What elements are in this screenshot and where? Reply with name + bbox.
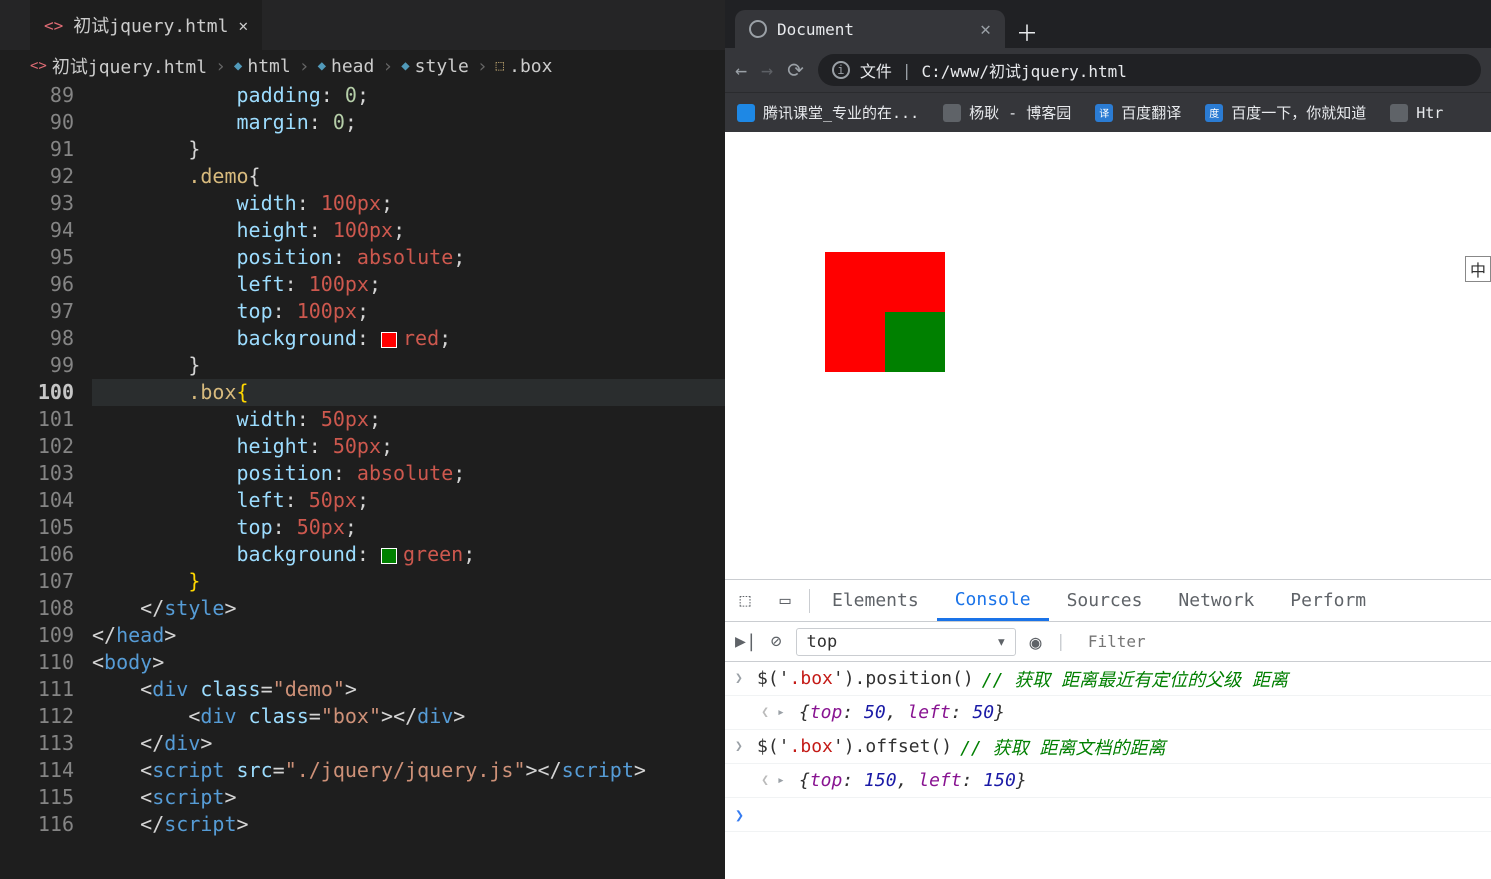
- console-row[interactable]: ❯$('.box').offset() // 获取 距离文档的距离: [725, 730, 1491, 764]
- code-area[interactable]: 8990919293949596979899100101102103104105…: [0, 82, 725, 879]
- browser-window: Document ✕ ＋ ← → ⟳ i 文件 | C:/www/初试jquer…: [725, 0, 1491, 879]
- clear-console-icon[interactable]: ⊘: [771, 631, 782, 652]
- browser-tab-strip: Document ✕ ＋: [725, 0, 1491, 48]
- editor-tab-bar: <> 初试jquery.html ✕: [0, 0, 725, 50]
- devtools-tab-elements[interactable]: Elements: [814, 580, 937, 621]
- url-scheme: 文件: [860, 58, 892, 82]
- browser-toolbar: ← → ⟳ i 文件 | C:/www/初试jquery.html: [725, 48, 1491, 92]
- browser-tab-title: Document: [777, 20, 854, 39]
- devtools-tab-sources[interactable]: Sources: [1049, 580, 1161, 621]
- bookmark[interactable]: Htr: [1390, 104, 1443, 122]
- bookmarks-bar: 腾讯课堂_专业的在... 杨耿 - 博客园 译百度翻译 度百度一下，你就知道 Htr: [725, 92, 1491, 132]
- devtools: ⬚ ▭ ElementsConsoleSourcesNetworkPerform…: [725, 579, 1491, 879]
- inner-box: [885, 312, 945, 372]
- bookmark[interactable]: 译百度翻译: [1095, 102, 1181, 123]
- breadcrumbs[interactable]: <>初试jquery.html› ◆html› ◆head› ◆style› ⬚…: [0, 50, 725, 82]
- bookmark[interactable]: 腾讯课堂_专业的在...: [737, 102, 919, 123]
- address-bar[interactable]: i 文件 | C:/www/初试jquery.html: [818, 54, 1481, 86]
- bookmark[interactable]: 杨耿 - 博客园: [943, 102, 1071, 123]
- site-info-icon[interactable]: i: [832, 61, 850, 79]
- devtools-tabs: ⬚ ▭ ElementsConsoleSourcesNetworkPerform: [725, 580, 1491, 622]
- close-tab-icon[interactable]: ✕: [238, 16, 248, 35]
- new-tab-button[interactable]: ＋: [1011, 16, 1043, 48]
- tab-filename: 初试jquery.html: [73, 12, 228, 38]
- line-gutter: 8990919293949596979899100101102103104105…: [0, 82, 92, 879]
- device-toolbar-icon[interactable]: ▭: [765, 590, 805, 611]
- console-row[interactable]: ❯ ▸{top: 150, left: 150}: [725, 764, 1491, 798]
- back-button[interactable]: ←: [735, 58, 747, 82]
- html-file-icon: <>: [44, 16, 63, 35]
- ime-indicator[interactable]: 中: [1465, 256, 1491, 282]
- console-row[interactable]: ❯ ▸{top: 50, left: 50}: [725, 696, 1491, 730]
- code-editor: <> 初试jquery.html ✕ <>初试jquery.html› ◆htm…: [0, 0, 725, 879]
- devtools-tab-perform[interactable]: Perform: [1272, 580, 1384, 621]
- console-output[interactable]: ❯$('.box').position() // 获取 距离最近有定位的父级 距…: [725, 662, 1491, 879]
- bookmark[interactable]: 度百度一下，你就知道: [1205, 102, 1366, 123]
- context-select[interactable]: top: [796, 628, 1016, 656]
- reload-button[interactable]: ⟳: [787, 58, 804, 82]
- filter-input[interactable]: [1088, 632, 1298, 651]
- globe-icon: [749, 20, 767, 38]
- page-viewport: 中: [725, 132, 1491, 579]
- browser-tab[interactable]: Document ✕: [735, 10, 1005, 48]
- forward-button[interactable]: →: [761, 58, 773, 82]
- sidebar-toggle-icon[interactable]: ▶|: [735, 631, 757, 652]
- inspect-icon[interactable]: ⬚: [725, 590, 765, 611]
- live-expression-icon[interactable]: ◉: [1030, 630, 1042, 654]
- devtools-tab-network[interactable]: Network: [1160, 580, 1272, 621]
- source-text[interactable]: padding: 0; margin: 0; } .demo{ width: 1…: [92, 82, 725, 879]
- console-prompt[interactable]: ❯: [725, 798, 1491, 832]
- devtools-tab-console[interactable]: Console: [937, 580, 1049, 621]
- console-toolbar: ▶| ⊘ top ◉ |: [725, 622, 1491, 662]
- console-row[interactable]: ❯$('.box').position() // 获取 距离最近有定位的父级 距…: [725, 662, 1491, 696]
- editor-tab[interactable]: <> 初试jquery.html ✕: [30, 0, 262, 50]
- close-icon[interactable]: ✕: [980, 19, 991, 40]
- demo-box: [825, 252, 945, 372]
- url-path: C:/www/初试jquery.html: [922, 58, 1127, 82]
